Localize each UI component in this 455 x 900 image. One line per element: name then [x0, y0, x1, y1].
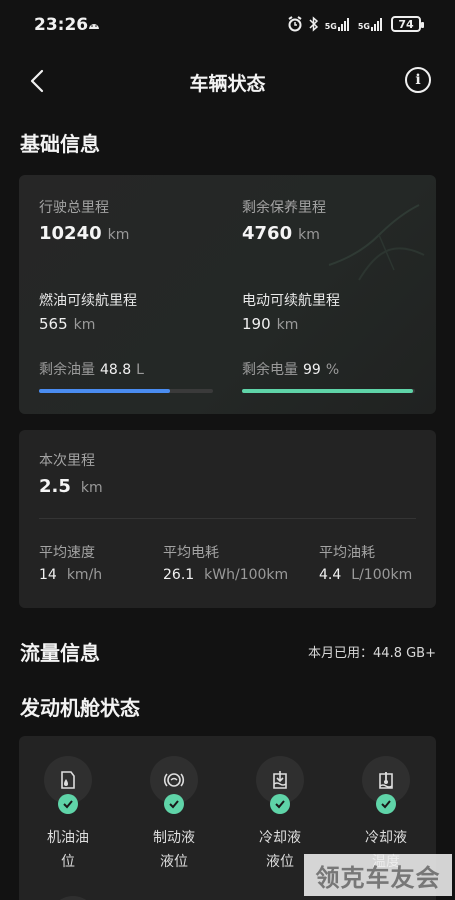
battery-progress-bar	[242, 389, 415, 393]
engine-item-label: 位	[61, 854, 75, 870]
avg-fuel-label: 平均油耗	[319, 545, 375, 561]
avg-speed-label: 平均速度	[39, 545, 95, 561]
electric-range-unit: km	[276, 317, 299, 333]
fuel-remaining-label: 剩余油量	[39, 362, 95, 378]
traffic-used-label: 本月已用：44.8 GB+	[308, 646, 436, 661]
network-label-1: 5G	[324, 22, 337, 31]
trip-value: 2.5	[39, 476, 71, 497]
info-button[interactable]: i	[405, 67, 431, 93]
avg-speed-value: 14	[39, 567, 57, 583]
signal-icon	[337, 18, 349, 31]
bluetooth-icon	[309, 16, 318, 32]
electric-range-label: 电动可续航里程	[242, 293, 340, 309]
map-decoration	[328, 204, 425, 281]
maintenance-unit: km	[298, 227, 320, 243]
coolant-level-icon	[273, 771, 287, 789]
engine-item-oil[interactable]: 机油油 位	[28, 756, 108, 874]
status-ok-icon	[58, 794, 78, 814]
oil-level-icon	[61, 771, 75, 789]
status-ok-icon	[164, 794, 184, 814]
android-icon	[89, 24, 99, 29]
battery-progress-fill	[242, 389, 414, 393]
nav-bar: 车辆状态 i	[0, 55, 455, 107]
battery-remaining-value: 99	[303, 362, 321, 378]
fuel-range-unit: km	[73, 317, 96, 333]
battery-remaining-unit: %	[325, 362, 340, 378]
engine-item-label: 机油油	[47, 830, 89, 846]
basic-info-card: 行驶总里程 10240 km 剩余保养里程 4760 km 燃油可续航里程 56…	[19, 175, 436, 414]
total-mileage-value: 10240	[39, 223, 102, 244]
fuel-range-value: 565	[39, 315, 68, 333]
avg-speed-unit: km/h	[66, 567, 103, 583]
status-ok-icon	[376, 794, 396, 814]
status-bar: 23:26 5G 5G 74	[0, 0, 455, 52]
trip-divider	[39, 518, 416, 519]
watermark: 领克车友会	[304, 854, 452, 896]
total-mileage-unit: km	[107, 227, 130, 243]
avg-fuel-value: 4.4	[319, 567, 342, 583]
coolant-temp-icon	[379, 772, 393, 789]
engine-item-label: 冷却液	[259, 830, 301, 846]
maintenance-label: 剩余保养里程	[242, 200, 326, 216]
brake-fluid-icon	[163, 773, 185, 787]
fuel-progress-fill	[39, 389, 170, 393]
info-icon: i	[415, 72, 421, 88]
engine-item-label: 液位	[160, 854, 188, 870]
section-title-traffic: 流量信息	[20, 641, 100, 665]
engine-item-label: 制动液	[153, 830, 195, 846]
avg-power-unit: kWh/100km	[204, 567, 289, 583]
engine-item-partial	[49, 896, 97, 900]
alarm-icon	[288, 16, 302, 32]
fuel-remaining-value: 48.8	[100, 362, 132, 378]
maintenance-value: 4760	[242, 223, 293, 244]
trip-label: 本次里程	[39, 453, 95, 469]
status-time: 23:26	[34, 15, 89, 35]
battery-indicator: 74	[391, 16, 424, 32]
avg-power-value: 26.1	[163, 567, 195, 583]
avg-power-label: 平均电耗	[163, 545, 219, 561]
trip-unit: km	[80, 480, 103, 496]
engine-item-label: 冷却液	[365, 830, 407, 846]
engine-item-brake[interactable]: 制动液 液位	[134, 756, 214, 874]
status-ok-icon	[270, 794, 290, 814]
network-label-2: 5G	[357, 22, 370, 31]
section-title-basic: 基础信息	[20, 132, 100, 156]
total-mileage-label: 行驶总里程	[39, 200, 109, 216]
fuel-progress-bar	[39, 389, 213, 393]
avg-fuel-unit: L/100km	[351, 567, 413, 583]
page-title: 车辆状态	[189, 73, 266, 95]
fuel-range-label: 燃油可续航里程	[39, 293, 137, 309]
signal-icon	[371, 18, 382, 31]
trip-card: 本次里程 2.5 km 平均速度 14 km/h 平均电耗 26.1 kWh/1…	[19, 430, 436, 608]
battery-remaining-label: 剩余电量	[242, 362, 298, 378]
section-title-engine: 发动机舱状态	[20, 696, 140, 720]
fuel-remaining-unit: L	[136, 362, 144, 378]
electric-range-value: 190	[242, 315, 271, 333]
